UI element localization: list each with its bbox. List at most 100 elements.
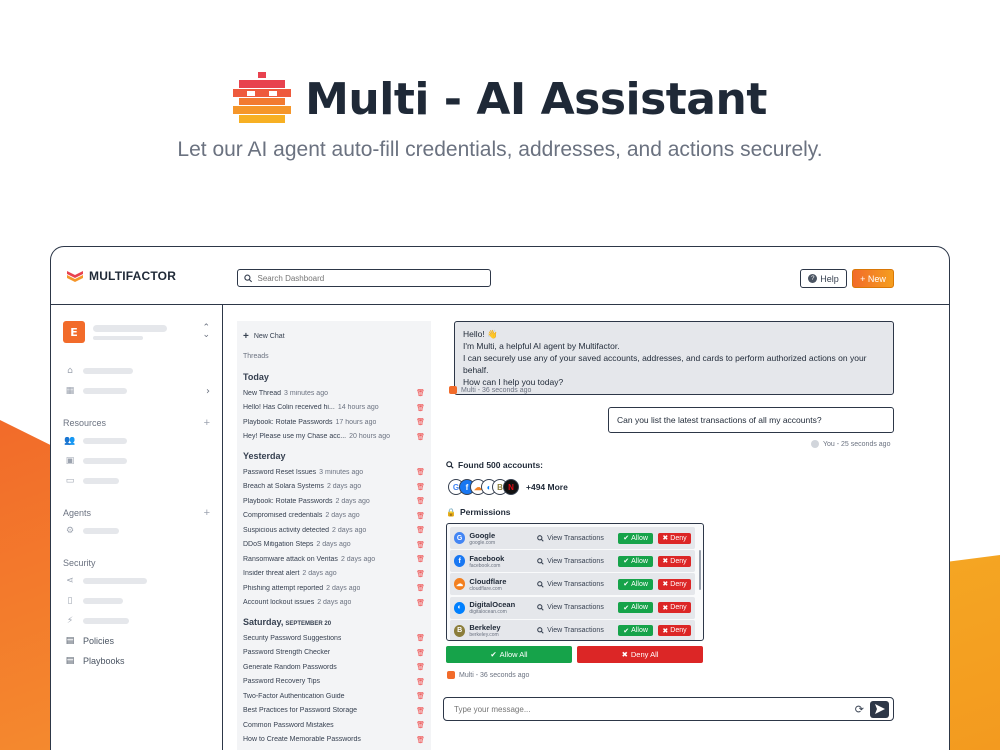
refresh-icon[interactable]: ⟳ [855,703,864,716]
thread-item[interactable]: Phishing attempt reported 2 days ago 🗑 [243,581,425,596]
thread-item[interactable]: Security Password Suggestions 🗑 [243,631,425,646]
new-button[interactable]: + New [852,269,894,288]
trash-icon[interactable]: 🗑 [416,634,425,642]
trash-icon[interactable]: 🗑 [416,584,425,592]
thread-item[interactable]: Best Practices for Password Storage 🗑 [243,704,425,719]
trash-icon[interactable]: 🗑 [416,512,425,520]
thread-item[interactable]: Breach at Solara Systems 2 days ago 🗑 [243,480,425,495]
thread-item[interactable]: Password Strength Checker 🗑 [243,646,425,661]
allow-button[interactable]: ✔ Allow [618,602,654,614]
thread-time: 2 days ago [317,599,352,607]
thread-item[interactable]: Password Reset Issues 3 minutes ago 🗑 [243,465,425,480]
thread-item[interactable]: Ransomware attack on Veritas 2 days ago 🗑 [243,552,425,567]
thread-item[interactable]: Hello! Has Colin received hi... 14 hours … [243,401,425,416]
deny-button[interactable]: ✖ Deny [658,578,691,590]
trash-icon[interactable]: 🗑 [416,526,425,534]
deny-button[interactable]: ✖ Deny [658,555,691,567]
chevron-right-icon: › [206,385,210,397]
trash-icon[interactable]: 🗑 [416,497,425,505]
sidebar-item-agent-1[interactable]: ⚙ [65,521,210,541]
thread-title: Account lockout issues 2 days ago [243,599,351,606]
deny-button[interactable]: ✖ Deny [658,625,691,637]
trash-icon[interactable]: 🗑 [416,599,425,607]
allow-button[interactable]: ✔ Allow [618,625,654,637]
trash-icon[interactable]: 🗑 [416,404,425,412]
trash-icon[interactable]: 🗑 [416,483,425,491]
thread-item[interactable]: Playbook: Rotate Passwords 17 hours ago 🗑 [243,415,425,430]
sidebar-item-resource-3[interactable]: ▭ [65,471,210,491]
account-avatars[interactable]: G f ☁ ◐ B N +494 More [448,479,568,495]
thread-item[interactable]: Insider threat alert 2 days ago 🗑 [243,567,425,582]
trash-icon[interactable]: 🗑 [416,721,425,729]
view-transactions-action[interactable]: View Transactions [537,558,618,565]
chevron-updown-icon: ⌃ ⌄ [202,323,210,340]
thread-item[interactable]: Common Password Mistakes 🗑 [243,718,425,733]
check-circle-icon: ✔ [623,627,630,635]
view-transactions-action[interactable]: View Transactions [537,535,618,542]
org-switcher[interactable]: E ⌃ ⌄ [63,321,210,343]
view-transactions-action[interactable]: View Transactions [537,604,618,611]
thread-item[interactable]: Two-Factor Authentication Guide 🗑 [243,689,425,704]
thread-item[interactable]: Password Recovery Tips 🗑 [243,675,425,690]
trash-icon[interactable]: 🗑 [416,707,425,715]
thread-item[interactable]: Suspicious activity detected 2 days ago 🗑 [243,523,425,538]
help-label: Help [820,273,839,284]
thread-item[interactable]: Hey! Please use my Chase acc... 20 hours … [243,430,425,445]
allow-button[interactable]: ✔ Allow [618,555,654,567]
trash-icon[interactable]: 🗑 [416,570,425,578]
send-button[interactable] [870,700,889,718]
sidebar-item-resource-2[interactable]: ▣ [65,451,210,471]
search-bar[interactable] [237,269,491,287]
new-chat-button[interactable]: + New Chat [243,329,425,343]
trash-icon[interactable]: 🗑 [416,541,425,549]
allow-button[interactable]: ✔ Allow [618,532,654,544]
help-button[interactable]: ? Help [800,269,847,288]
deny-button[interactable]: ✖ Deny [658,532,691,544]
allow-button[interactable]: ✔ Allow [618,578,654,590]
trash-icon[interactable]: 🗑 [416,649,425,657]
trash-icon[interactable]: 🗑 [416,468,425,476]
sidebar-item-security-1[interactable]: ⋖ [65,571,210,591]
thread-item[interactable]: New Thread 3 minutes ago 🗑 [243,386,425,401]
sidebar-item-security-2[interactable]: ▯ [65,591,210,611]
sidebar-item-security-3[interactable]: ⚡ [65,611,210,631]
brand[interactable]: MULTIFACTOR [67,269,237,283]
thread-item[interactable]: How to Create Memorable Passwords 🗑 [243,733,425,748]
permissions-scrollbar[interactable] [699,550,701,590]
thread-item[interactable]: DDoS Mitigation Steps 2 days ago 🗑 [243,538,425,553]
thread-title-text: Best Practices for Password Storage [243,707,357,715]
deny-button[interactable]: ✖ Deny [658,602,691,614]
trash-icon[interactable]: 🗑 [416,736,425,744]
thread-item[interactable]: Compromised credentials 2 days ago 🗑 [243,509,425,524]
search-input[interactable] [257,273,484,283]
thread-item[interactable]: Generate Random Passwords 🗑 [243,660,425,675]
trash-icon[interactable]: 🗑 [416,433,425,441]
sidebar-item-dashboard[interactable]: ▦ › [65,381,210,401]
sidebar-item-policies[interactable]: ▤ Policies [65,631,210,651]
add-agent-icon[interactable]: + [204,507,210,519]
ai-message: Hello! 👋 I'm Multi, a helpful AI agent b… [454,321,894,395]
sidebar-item-playbooks[interactable]: ▤ Playbooks [65,651,210,671]
thread-title-text: Playbook: Rotate Passwords [243,418,333,426]
sidebar-item-resource-1[interactable]: 👥 [64,431,210,451]
trash-icon[interactable]: 🗑 [416,389,425,397]
permissions-list[interactable]: G Google google.com View Transactions ✔ A… [446,523,704,641]
trash-icon[interactable]: 🗑 [416,555,425,563]
permission-row: f Facebook facebook.com View Transaction… [450,550,695,573]
trash-icon[interactable]: 🗑 [416,663,425,671]
trash-icon[interactable]: 🗑 [416,692,425,700]
sidebar-item-home[interactable]: ⌂ [65,361,210,381]
message-input[interactable] [454,704,855,714]
thread-item[interactable]: Playbook: Rotate Passwords 2 days ago 🗑 [243,494,425,509]
more-accounts-label[interactable]: +494 More [526,482,568,492]
thread-item[interactable]: Account lockout issues 2 days ago 🗑 [243,596,425,611]
view-transactions-action[interactable]: View Transactions [537,627,618,634]
view-transactions-action[interactable]: View Transactions [537,581,618,588]
playbook-icon: ▤ [65,656,75,666]
deny-all-button[interactable]: ✖ Deny All [577,646,703,663]
add-resource-icon[interactable]: + [204,417,210,429]
trash-icon[interactable]: 🗑 [416,418,425,426]
trash-icon[interactable]: 🗑 [416,678,425,686]
allow-all-button[interactable]: ✔ Allow All [446,646,572,663]
thread-title: Password Reset Issues 3 minutes ago [243,469,363,476]
